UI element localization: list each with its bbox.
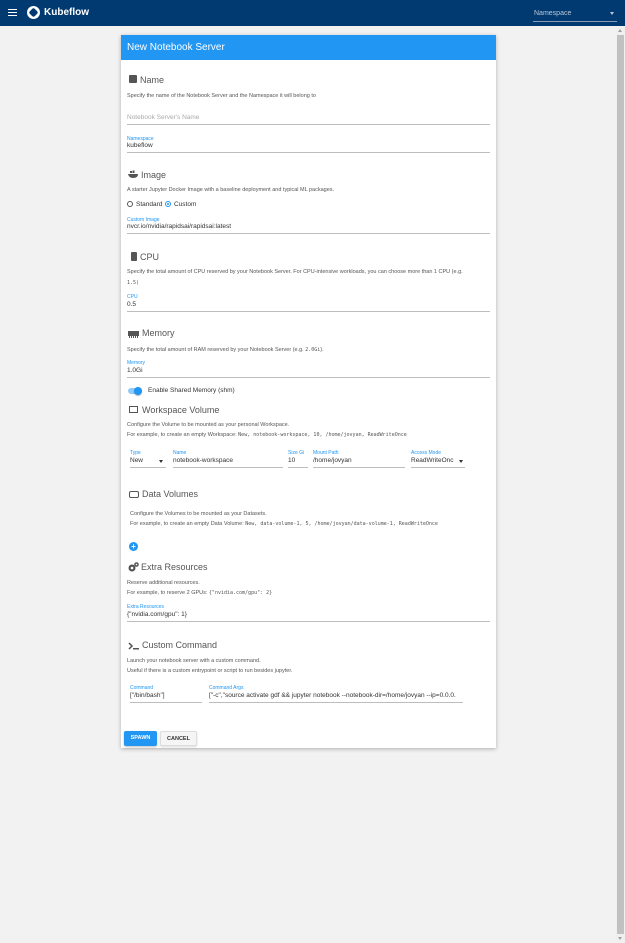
data-volumes-description-2-text: For example, to create an empty Data Vol… <box>130 521 244 527</box>
add-data-volume-button[interactable]: + <box>129 542 138 551</box>
command-args-field-label: Command Args <box>209 685 244 691</box>
kubeflow-logo-icon <box>27 6 40 19</box>
custom-image-radio[interactable] <box>165 201 171 207</box>
workspace-access-select[interactable]: ReadWriteOnc <box>411 457 457 464</box>
cpu-chip-icon <box>131 252 137 261</box>
namespace-underline <box>127 152 490 153</box>
workspace-type-select[interactable]: New <box>130 457 143 464</box>
cpu-underline <box>127 311 490 312</box>
scroll-thumb[interactable] <box>617 35 624 934</box>
namespace-select-label: Namespace <box>534 10 572 17</box>
cpu-section-description: Specify the total amount of CPU reserved… <box>127 269 463 275</box>
form-title: New Notebook Server <box>127 42 225 53</box>
command-args-underline <box>209 702 463 703</box>
extra-resources-section-title: Extra Resources <box>141 562 208 572</box>
workspace-type-underline <box>130 467 166 468</box>
image-section-title: Image <box>141 170 167 180</box>
memory-section-title: Memory <box>142 328 175 338</box>
menu-icon[interactable] <box>8 9 17 16</box>
workspace-name-label: Name <box>173 450 187 456</box>
workspace-size-field[interactable]: 10 <box>288 457 295 464</box>
top-app-bar: Kubeflow Namespace <box>0 0 625 26</box>
data-volumes-description-2: For example, to create an empty Data Vol… <box>130 521 438 527</box>
extra-resources-field-label: Extra Resources <box>127 604 164 610</box>
memory-description-text: Specify the total amount of RAM reserved… <box>127 347 304 353</box>
memory-field-label: Memory <box>127 360 146 366</box>
chevron-down-icon <box>459 460 463 463</box>
data-volumes-example: New, data-volume-1, 5, /home/jovyan/data… <box>245 521 438 527</box>
memory-icon <box>128 331 139 338</box>
custom-command-description-2: Useful if there is a custom entrypoint o… <box>127 668 293 674</box>
workspace-section-title: Workspace Volume <box>142 405 220 415</box>
memory-description-end: ). <box>320 347 324 353</box>
notebook-name-underline <box>127 124 490 125</box>
workspace-description-2-text: For example, to create an empty Workspac… <box>127 432 237 438</box>
workspace-name-underline <box>173 467 283 468</box>
extra-resources-description-2: For example, to reserve 2 GPUs: {"nvidia… <box>127 590 272 596</box>
memory-underline <box>127 377 490 378</box>
namespace-field[interactable]: kubeflow <box>127 142 153 149</box>
workspace-description-1: Configure the Volume to be mounted as yo… <box>127 422 290 428</box>
extra-resources-example: {"nvidia.com/gpu": 2} <box>208 590 273 596</box>
workspace-name-field[interactable]: notebook-workspace <box>173 457 233 464</box>
data-volumes-description-1: Configure the Volumes to be mounted as y… <box>130 511 267 517</box>
cpu-field-label: CPU <box>127 294 138 300</box>
standard-image-radio[interactable] <box>127 201 133 207</box>
workspace-access-underline <box>411 467 465 468</box>
extra-resources-field[interactable]: {"nvidia.com/gpu": 1} <box>127 611 187 618</box>
workspace-mount-label: Mount Path <box>313 450 339 456</box>
workspace-access-label: Access Mode <box>411 450 442 456</box>
memory-field[interactable]: 1.0Gi <box>127 367 143 374</box>
chevron-down-icon <box>610 12 614 15</box>
cpu-section-title: CPU <box>140 252 160 262</box>
notebook-name-input[interactable]: Notebook Server's Name <box>127 114 199 121</box>
docker-icon <box>128 170 138 178</box>
workspace-size-underline <box>288 467 308 468</box>
command-args-field[interactable]: ["-c","source activate gdf && jupyter no… <box>209 692 463 699</box>
image-section-description: A starter Jupyter Docker Image with a ba… <box>127 187 335 193</box>
extra-resources-underline <box>127 621 490 622</box>
terminal-icon <box>128 642 139 650</box>
brand-name: Kubeflow <box>44 7 89 18</box>
extra-resources-description-2-text: For example, to reserve 2 GPUs: <box>127 590 208 596</box>
workspace-example: New, notebook-workspace, 10, /home/jovya… <box>238 432 407 438</box>
command-field[interactable]: ["/bin/bash"] <box>130 692 165 699</box>
new-notebook-form: New Notebook Server Name Specify the nam… <box>121 35 496 748</box>
document-icon <box>129 75 137 83</box>
custom-image-field[interactable]: nvcr.io/nvidia/rapidsai/rapidsai:latest <box>127 223 231 230</box>
shm-toggle-label: Enable Shared Memory (shm) <box>148 387 235 394</box>
workspace-mount-underline <box>313 467 405 468</box>
custom-image-label: Custom <box>174 201 197 208</box>
custom-command-description-1: Launch your notebook server with a custo… <box>127 658 261 664</box>
workspace-type-label: Type <box>130 450 141 456</box>
extra-resources-description-1: Reserve additional resources. <box>127 580 200 586</box>
memory-example: 2.0Gi <box>305 347 321 353</box>
gears-icon <box>128 562 139 572</box>
shm-toggle-thumb[interactable] <box>134 387 142 395</box>
command-field-label: Command <box>130 685 154 691</box>
data-volumes-section-title: Data Volumes <box>142 489 199 499</box>
memory-section-description: Specify the total amount of RAM reserved… <box>127 347 324 353</box>
hard-drive-icon <box>129 491 139 498</box>
monitor-icon <box>129 406 138 413</box>
spawn-button[interactable]: SPAWN <box>124 731 157 746</box>
command-underline <box>130 702 202 703</box>
form-header: New Notebook Server <box>121 35 496 60</box>
page-scrollbar[interactable] <box>616 26 625 943</box>
cancel-button[interactable]: CANCEL <box>160 731 197 746</box>
workspace-size-label: Size Gi <box>288 450 305 456</box>
scroll-up-arrow-icon[interactable] <box>618 29 622 32</box>
standard-image-label: Standard <box>136 201 163 208</box>
custom-image-underline <box>127 233 490 234</box>
cpu-field[interactable]: 0.5 <box>127 301 136 308</box>
namespace-select[interactable]: Namespace <box>533 10 617 22</box>
workspace-description-2: For example, to create an empty Workspac… <box>127 432 407 438</box>
name-section-description: Specify the name of the Notebook Server … <box>127 93 316 99</box>
custom-command-section-title: Custom Command <box>142 640 218 650</box>
chevron-down-icon <box>159 460 163 463</box>
scroll-down-arrow-icon[interactable] <box>618 937 622 940</box>
name-section-title: Name <box>140 75 165 85</box>
cpu-example: 1.5) <box>127 280 140 286</box>
workspace-mount-field[interactable]: /home/jovyan <box>313 457 352 464</box>
